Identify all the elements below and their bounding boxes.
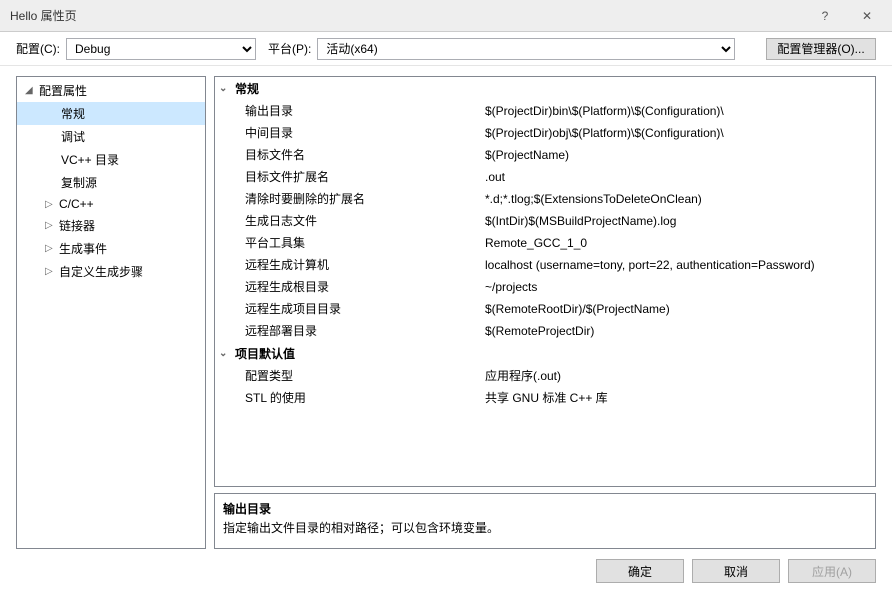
platform-select[interactable]: 活动(x64) xyxy=(317,38,735,60)
prop-target-ext[interactable]: 目标文件扩展名.out xyxy=(215,166,875,188)
tree-root-config-properties[interactable]: ◢ 配置属性 xyxy=(17,79,205,102)
collapse-icon: ⌄ xyxy=(219,83,229,94)
help-button[interactable]: ? xyxy=(804,2,846,30)
expander-right-icon: ▷ xyxy=(45,243,55,254)
prop-stl-use[interactable]: STL 的使用共享 GNU 标准 C++ 库 xyxy=(215,387,875,409)
expander-down-icon: ◢ xyxy=(25,85,35,96)
apply-button[interactable]: 应用(A) xyxy=(788,559,876,583)
prop-config-type[interactable]: 配置类型应用程序(.out) xyxy=(215,365,875,387)
prop-intermediate-dir[interactable]: 中间目录$(ProjectDir)obj\$(Platform)\$(Confi… xyxy=(215,122,875,144)
group-general[interactable]: ⌄ 常规 xyxy=(215,77,875,100)
tree-item-debug[interactable]: 调试 xyxy=(17,125,205,148)
config-manager-button[interactable]: 配置管理器(O)... xyxy=(766,38,876,60)
tree-item-general[interactable]: 常规 xyxy=(17,102,205,125)
close-icon: ✕ xyxy=(862,9,872,23)
prop-remote-machine[interactable]: 远程生成计算机localhost (username=tony, port=22… xyxy=(215,254,875,276)
main-panel: ⌄ 常规 输出目录$(ProjectDir)bin\$(Platform)\$(… xyxy=(214,76,876,549)
expander-right-icon: ▷ xyxy=(45,220,55,231)
group-defaults[interactable]: ⌄ 项目默认值 xyxy=(215,342,875,365)
prop-toolset[interactable]: 平台工具集Remote_GCC_1_0 xyxy=(215,232,875,254)
tree-item-vcdirs[interactable]: VC++ 目录 xyxy=(17,148,205,171)
expander-right-icon: ▷ xyxy=(45,266,55,277)
prop-target-name[interactable]: 目标文件名$(ProjectName) xyxy=(215,144,875,166)
prop-remote-proj[interactable]: 远程生成项目目录$(RemoteRootDir)/$(ProjectName) xyxy=(215,298,875,320)
expander-right-icon: ▷ xyxy=(45,199,55,210)
ok-button[interactable]: 确定 xyxy=(596,559,684,583)
collapse-icon: ⌄ xyxy=(219,348,229,359)
tree-item-buildevents[interactable]: ▷生成事件 xyxy=(17,237,205,260)
tree: ◢ 配置属性 常规 调试 VC++ 目录 复制源 ▷C/C++ ▷链接器 ▷生成… xyxy=(17,77,205,285)
property-grid: ⌄ 常规 输出目录$(ProjectDir)bin\$(Platform)\$(… xyxy=(214,76,876,487)
help-icon: ? xyxy=(822,9,829,23)
description-title: 输出目录 xyxy=(223,500,867,517)
config-label: 配置(C): xyxy=(16,40,60,57)
prop-output-dir[interactable]: 输出目录$(ProjectDir)bin\$(Platform)\$(Confi… xyxy=(215,100,875,122)
prop-build-log[interactable]: 生成日志文件$(IntDir)$(MSBuildProjectName).log xyxy=(215,210,875,232)
config-select[interactable]: Debug xyxy=(66,38,256,60)
tree-item-copysrc[interactable]: 复制源 xyxy=(17,171,205,194)
config-bar: 配置(C): Debug 平台(P): 活动(x64) 配置管理器(O)... xyxy=(0,32,892,66)
prop-clean-ext[interactable]: 清除时要删除的扩展名*.d;*.tlog;$(ExtensionsToDelet… xyxy=(215,188,875,210)
platform-label: 平台(P): xyxy=(268,40,311,57)
description-panel: 输出目录 指定输出文件目录的相对路径；可以包含环境变量。 xyxy=(214,493,876,549)
tree-item-custombuild[interactable]: ▷自定义生成步骤 xyxy=(17,260,205,283)
tree-item-cpp[interactable]: ▷C/C++ xyxy=(17,194,205,214)
sidebar: ◢ 配置属性 常规 调试 VC++ 目录 复制源 ▷C/C++ ▷链接器 ▷生成… xyxy=(16,76,206,549)
cancel-button[interactable]: 取消 xyxy=(692,559,780,583)
title-bar: Hello 属性页 ? ✕ xyxy=(0,0,892,32)
footer: 确定 取消 应用(A) xyxy=(0,549,892,593)
window-title: Hello 属性页 xyxy=(10,7,804,24)
description-text: 指定输出文件目录的相对路径；可以包含环境变量。 xyxy=(223,519,867,536)
tree-item-linker[interactable]: ▷链接器 xyxy=(17,214,205,237)
prop-remote-root[interactable]: 远程生成根目录~/projects xyxy=(215,276,875,298)
close-button[interactable]: ✕ xyxy=(846,2,888,30)
prop-remote-deploy[interactable]: 远程部署目录$(RemoteProjectDir) xyxy=(215,320,875,342)
body: ◢ 配置属性 常规 调试 VC++ 目录 复制源 ▷C/C++ ▷链接器 ▷生成… xyxy=(0,66,892,549)
